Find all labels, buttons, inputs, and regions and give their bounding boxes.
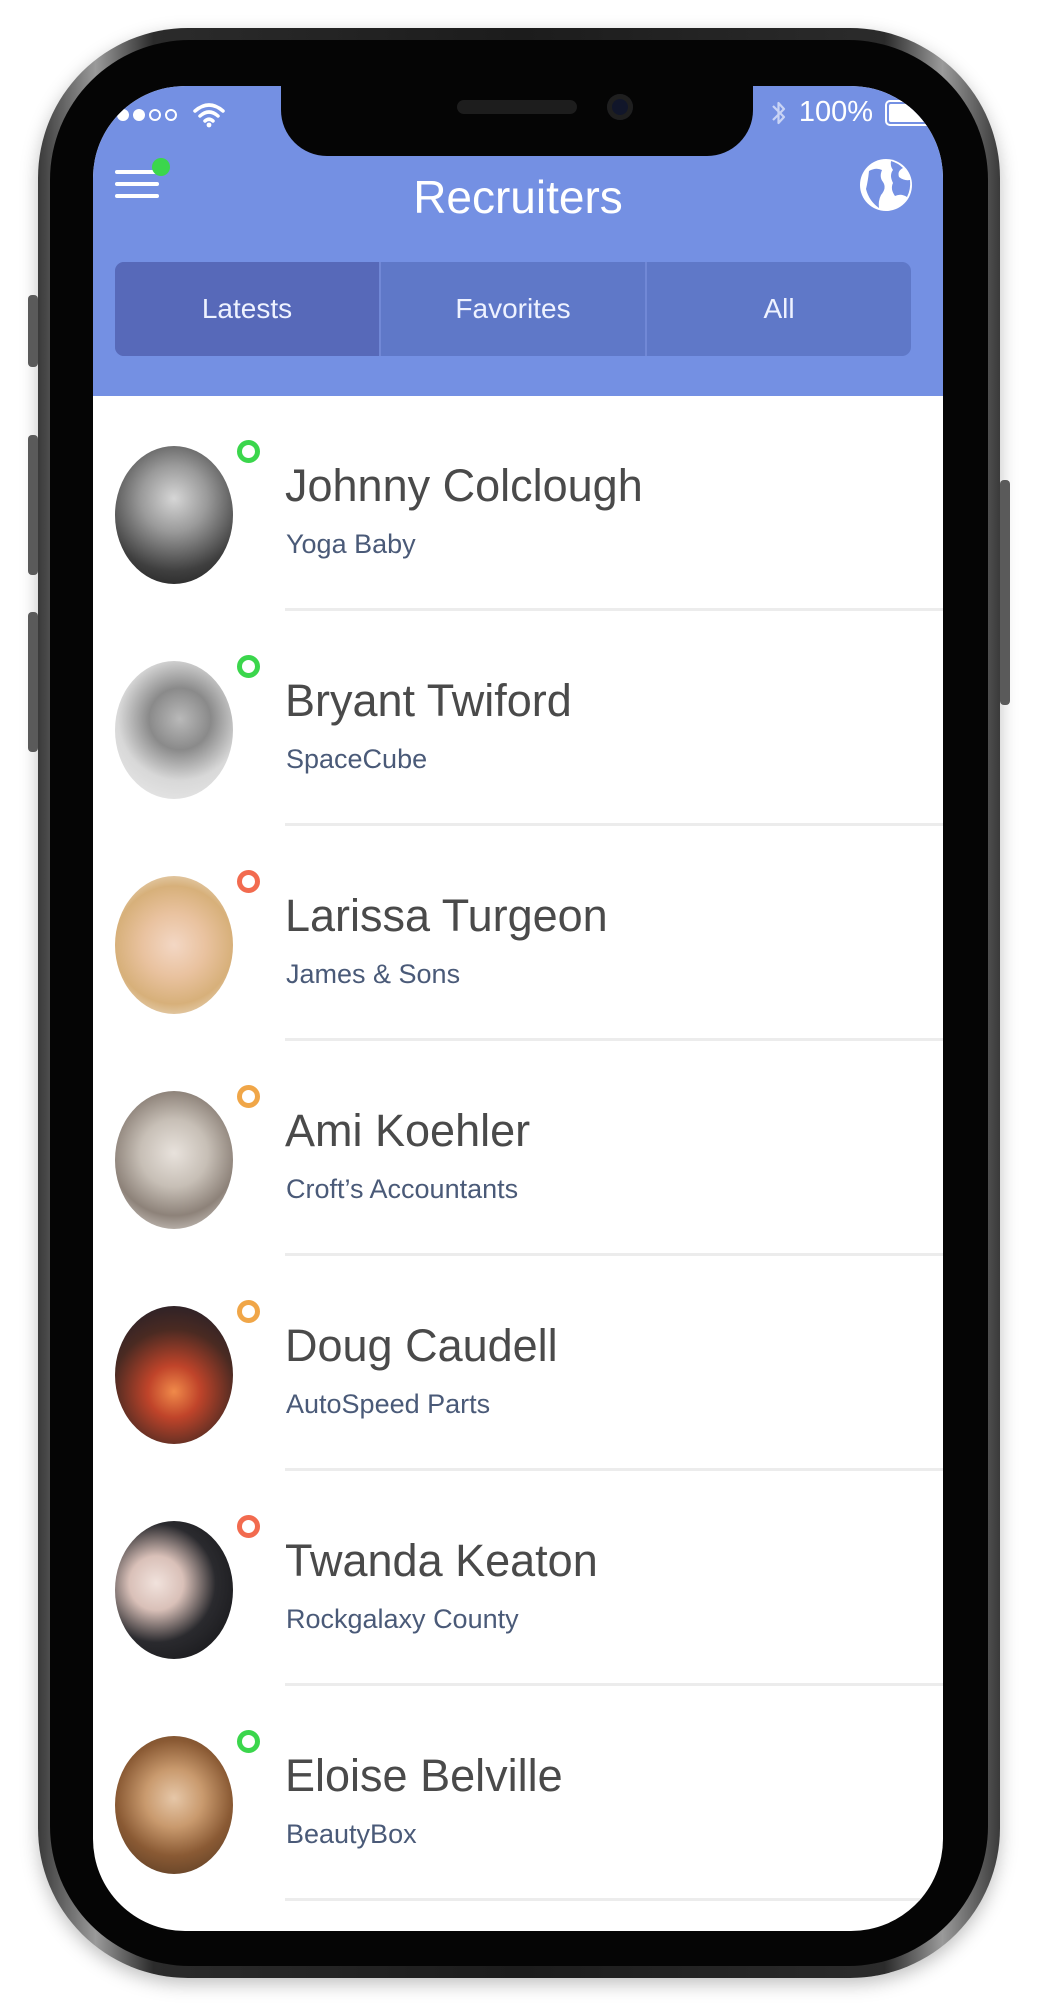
signal-strength-icon [117,109,177,121]
status-bar-right: 100% [771,96,943,129]
status-indicator [237,655,260,678]
mute-switch [28,295,38,367]
recruiter-name: Twanda Keaton [285,1535,598,1586]
avatar [115,1091,233,1229]
globe-icon [860,159,912,211]
avatar [115,1736,233,1874]
recruiter-company: BeautyBox [286,1819,417,1849]
avatar [115,1306,233,1444]
list-item[interactable]: Twanda Keaton Rockgalaxy County [93,1471,943,1686]
recruiter-company: SpaceCube [286,744,428,774]
status-bar-left [117,102,225,128]
app-header: 100% Recruiters Latests Favorites All [93,86,943,396]
status-indicator [237,1515,260,1538]
front-camera [607,94,633,120]
recruiter-name: Ami Koehler [285,1105,531,1156]
status-indicator [237,1085,260,1108]
device-notch [281,86,753,156]
status-indicator [237,870,260,893]
power-button [1000,480,1010,705]
recruiter-company: Croft’s Accountants [286,1174,519,1204]
list-item[interactable]: Bryant Twiford SpaceCube [93,611,943,826]
battery-percentage: 100% [798,96,873,128]
volume-down-button [28,612,38,752]
recruiter-company: AutoSpeed Parts [286,1389,491,1419]
tab-favorites[interactable]: Favorites [381,262,647,356]
recruiter-company: Rockgalaxy County [286,1604,519,1634]
recruiter-name: Larissa Turgeon [285,890,608,941]
status-indicator [237,1300,260,1323]
avatar [115,446,233,584]
list-item[interactable]: Johnny Colclough Yoga Baby [93,396,943,611]
avatar [115,1521,233,1659]
status-indicator [237,1730,260,1753]
avatar [115,661,233,799]
app-screen: 100% Recruiters Latests Favorites All Jo… [93,86,943,1931]
bluetooth-icon [772,101,785,124]
volume-up-button [28,435,38,575]
list-item[interactable]: Ami Koehler Croft’s Accountants [93,1041,943,1256]
recruiter-name: Doug Caudell [285,1320,558,1371]
battery-icon [885,99,943,126]
recruiter-company: James & Sons [286,959,461,989]
recruiter-name: Eloise Belville [285,1750,563,1801]
segmented-tabs: Latests Favorites All [115,262,911,356]
tab-all[interactable]: All [647,262,911,356]
status-indicator [237,440,260,463]
list-item[interactable]: Larissa Turgeon James & Sons [93,826,943,1041]
recruiter-list: Johnny Colclough Yoga Baby Bryant Twifor… [93,396,943,1901]
list-item[interactable]: Doug Caudell AutoSpeed Parts [93,1256,943,1471]
speaker-grille [457,100,577,114]
divider [285,1898,943,1901]
globe-button[interactable] [857,156,915,214]
wifi-icon [193,103,225,128]
recruiter-name: Johnny Colclough [285,460,643,511]
tab-latests[interactable]: Latests [115,262,381,356]
recruiter-company: Yoga Baby [286,529,416,559]
recruiter-name: Bryant Twiford [285,675,572,726]
list-item[interactable]: Eloise Belville BeautyBox [93,1686,943,1901]
page-title: Recruiters [413,171,623,223]
avatar [115,876,233,1014]
